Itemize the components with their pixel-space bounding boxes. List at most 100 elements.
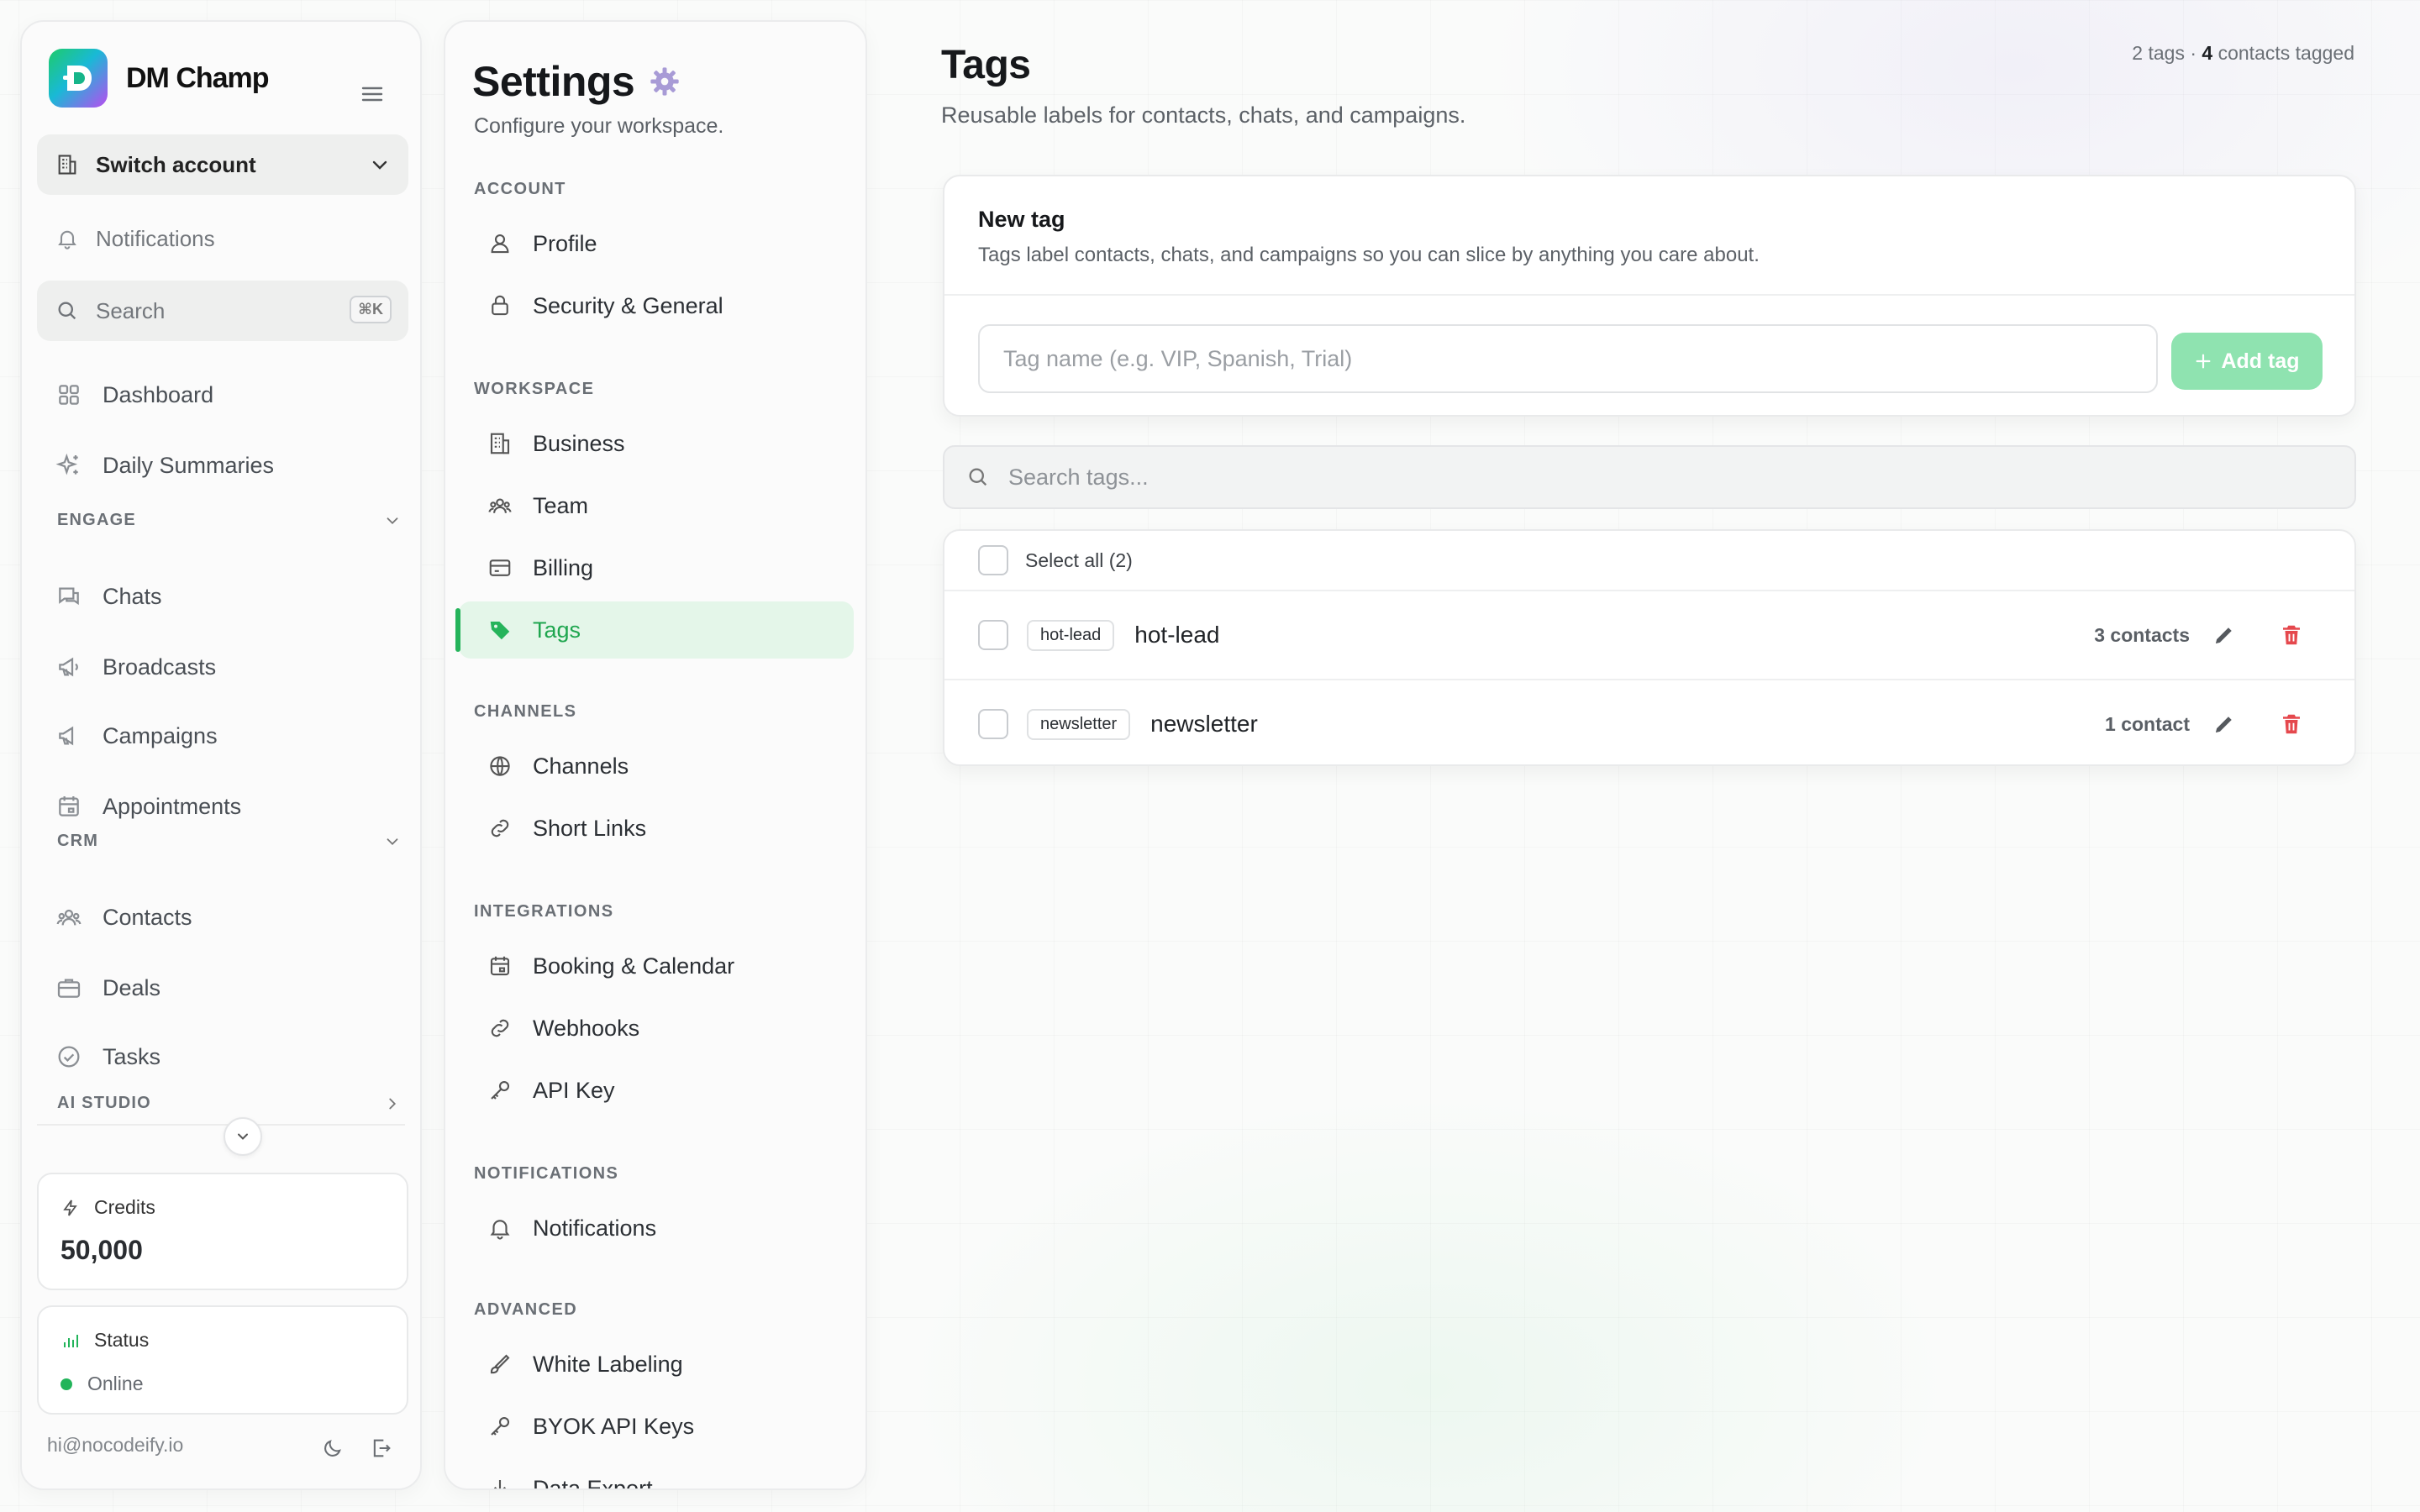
- chevron-right-icon: [383, 1095, 402, 1113]
- settings-item-white-labeling[interactable]: White Labeling: [459, 1336, 854, 1393]
- building-icon: [55, 153, 79, 176]
- search-tags-field[interactable]: [943, 445, 2356, 509]
- switch-account-button[interactable]: Switch account: [37, 134, 408, 195]
- menu-icon[interactable]: [361, 86, 383, 102]
- settings-item-billing[interactable]: Billing: [459, 539, 854, 596]
- status-value: Online: [87, 1373, 144, 1394]
- calendar-icon: [55, 793, 82, 820]
- key-icon: [487, 1078, 513, 1103]
- section-ai-studio-title: AI STUDIO: [57, 1094, 151, 1112]
- sidebar-item-appointments[interactable]: Appointments: [55, 781, 241, 832]
- settings-title: Settings: [472, 58, 635, 105]
- new-tag-panel: New tag Tags label contacts, chats, and …: [943, 175, 2356, 417]
- sidebar-item-tasks[interactable]: Tasks: [55, 1032, 160, 1082]
- section-engage-title: ENGAGE: [57, 511, 136, 529]
- user-email: hi@nocodeify.io: [47, 1434, 184, 1456]
- settings-item-label: Data Export: [533, 1475, 653, 1490]
- link-icon: [487, 816, 513, 841]
- table-row[interactable]: hot-lead hot-lead 3 contacts: [944, 591, 2354, 679]
- new-tag-description: Tags label contacts, chats, and campaign…: [978, 244, 1760, 266]
- settings-item-tags[interactable]: Tags: [455, 601, 854, 659]
- search-icon: [55, 299, 79, 323]
- credit-card-icon: [487, 555, 513, 580]
- bell-icon: [55, 227, 79, 250]
- add-tag-button[interactable]: Add tag: [2171, 333, 2323, 390]
- sparkles-icon: [55, 452, 82, 479]
- settings-item-business[interactable]: Business: [459, 415, 854, 472]
- sidebar-item-chats[interactable]: Chats: [55, 571, 162, 622]
- panel-divider: [944, 294, 2354, 296]
- group-account-title: ACCOUNT: [474, 180, 566, 198]
- brand-logo-icon: [49, 49, 108, 108]
- settings-item-label: BYOK API Keys: [533, 1413, 695, 1439]
- select-all-checkbox[interactable]: [978, 545, 1008, 575]
- tag-name-input[interactable]: [978, 324, 2158, 393]
- search-input[interactable]: Search ⌘K: [37, 281, 408, 341]
- section-ai-studio[interactable]: AI STUDIO: [57, 1094, 402, 1113]
- settings-item-label: Team: [533, 492, 589, 518]
- tags-list: Select all (2) hot-lead hot-lead 3 conta…: [943, 529, 2356, 766]
- settings-item-label: Channels: [533, 753, 629, 779]
- settings-item-webhooks[interactable]: Webhooks: [459, 1000, 854, 1057]
- sidebar-item-label: Dashboard: [103, 381, 214, 407]
- switch-account-label: Switch account: [96, 151, 256, 177]
- sidebar-item-campaigns[interactable]: Campaigns: [55, 711, 218, 761]
- row-checkbox[interactable]: [978, 709, 1008, 739]
- section-crm[interactable]: CRM: [57, 832, 402, 851]
- settings-item-profile[interactable]: Profile: [459, 215, 854, 272]
- section-engage[interactable]: ENGAGE: [57, 511, 402, 530]
- search-icon: [966, 465, 990, 489]
- settings-item-label: White Labeling: [533, 1351, 683, 1377]
- select-all-label: Select all (2): [1025, 549, 1133, 571]
- sidebar-item-label: Chats: [103, 583, 162, 609]
- chevron-down-icon: [383, 512, 402, 530]
- settings-item-booking-calendar[interactable]: Booking & Calendar: [459, 937, 854, 995]
- table-row[interactable]: newsletter newsletter 1 contact: [944, 680, 2354, 768]
- tags-summary: 2 tags · 4 contacts tagged: [2132, 42, 2354, 65]
- trash-icon[interactable]: [2279, 622, 2304, 648]
- settings-nav: Settings Configure your workspace. ACCOU…: [444, 20, 867, 1490]
- sidebar-item-deals[interactable]: Deals: [55, 963, 160, 1013]
- sidebar-item-broadcasts[interactable]: Broadcasts: [55, 642, 216, 692]
- logout-icon[interactable]: [370, 1436, 393, 1460]
- moon-icon[interactable]: [321, 1436, 345, 1460]
- check-circle-icon: [55, 1043, 82, 1070]
- tag-contact-count: 3 contacts: [2094, 623, 2190, 646]
- settings-item-label: Webhooks: [533, 1015, 640, 1041]
- sidebar-item-daily-summaries[interactable]: Daily Summaries: [55, 440, 274, 491]
- settings-item-label: Security & General: [533, 292, 723, 318]
- pencil-icon[interactable]: [2212, 711, 2237, 737]
- settings-item-team[interactable]: Team: [459, 477, 854, 534]
- group-channels-title: CHANNELS: [474, 702, 577, 721]
- settings-item-data-export[interactable]: Data Export: [459, 1460, 854, 1490]
- settings-item-api-key[interactable]: API Key: [459, 1062, 854, 1119]
- pencil-icon[interactable]: [2212, 622, 2237, 648]
- settings-item-byok-api-keys[interactable]: BYOK API Keys: [459, 1398, 854, 1455]
- megaphone-icon: [55, 722, 82, 749]
- settings-item-channels[interactable]: Channels: [459, 738, 854, 795]
- settings-item-short-links[interactable]: Short Links: [459, 800, 854, 857]
- sidebar-item-dashboard[interactable]: Dashboard: [55, 370, 213, 420]
- scroll-down-button[interactable]: [224, 1117, 262, 1156]
- status-label: Status: [94, 1329, 150, 1351]
- bell-icon: [487, 1215, 513, 1241]
- sidebar-item-label: Deals: [103, 974, 161, 1000]
- summary-tags-count: 2 tags ·: [2132, 42, 2202, 64]
- download-icon: [487, 1476, 513, 1488]
- notifications-link[interactable]: Notifications: [37, 208, 408, 269]
- users-icon: [55, 904, 82, 931]
- sidebar-item-label: Campaigns: [103, 722, 218, 748]
- briefcase-icon: [55, 974, 82, 1001]
- brand[interactable]: DM Champ: [49, 49, 270, 108]
- row-checkbox[interactable]: [978, 620, 1008, 650]
- sidebar-item-label: Tasks: [103, 1043, 161, 1069]
- select-all-row[interactable]: Select all (2): [944, 531, 2354, 590]
- trash-icon[interactable]: [2279, 711, 2304, 737]
- settings-item-notifications[interactable]: Notifications: [459, 1200, 854, 1257]
- search-tags-input[interactable]: [1008, 464, 2269, 491]
- page-title: Tags: [941, 43, 1031, 87]
- sidebar-item-label: Daily Summaries: [103, 452, 275, 478]
- sidebar-item-contacts[interactable]: Contacts: [55, 892, 192, 942]
- settings-item-security-general[interactable]: Security & General: [459, 277, 854, 334]
- user-icon: [487, 231, 513, 256]
